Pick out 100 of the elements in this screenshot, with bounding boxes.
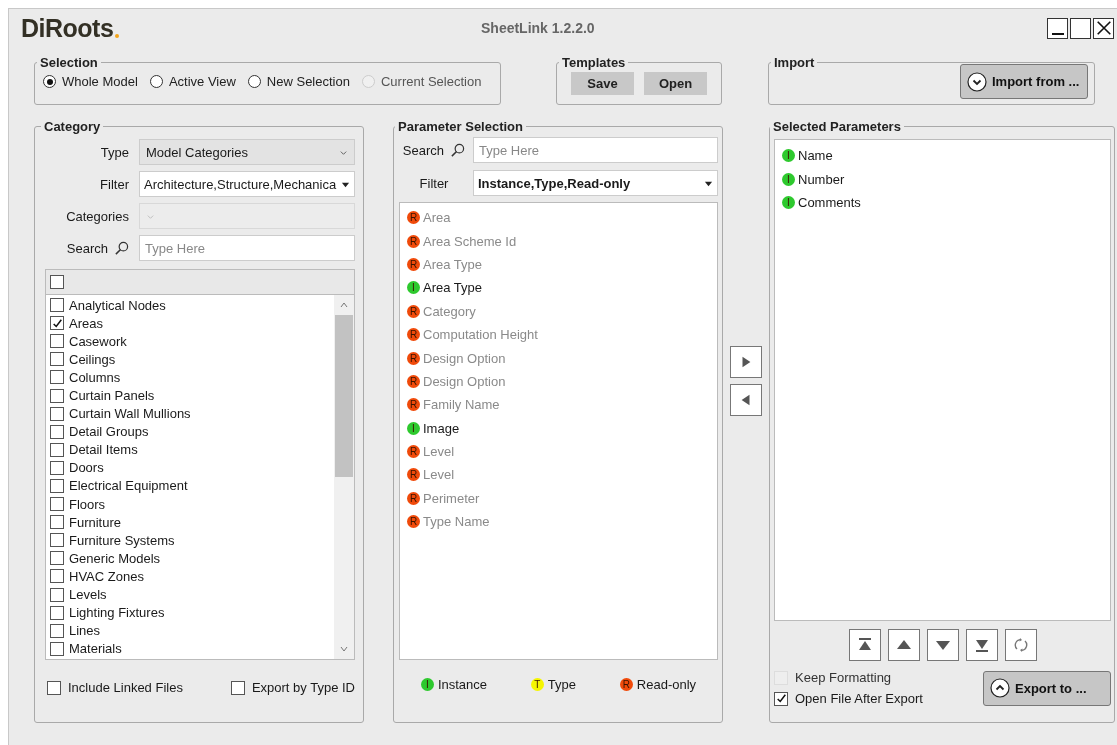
checkbox[interactable] [47,680,61,695]
search-field[interactable]: Type Here [139,235,355,261]
type-badge: R [407,211,420,225]
scrollbar[interactable] [334,295,354,659]
checkbox[interactable] [50,569,64,584]
category-label: Detail Groups [69,424,149,440]
category-label: Furniture [69,514,122,530]
checkbox[interactable] [50,641,64,656]
checkbox[interactable] [50,334,64,349]
legend-label: Read-only [636,677,697,692]
radio-circle-icon[interactable] [43,75,56,88]
filter-dropdown[interactable]: Instance,Type,Read-only [473,170,718,196]
move-up-button[interactable] [887,629,920,661]
window-title: SheetLink 1.2.2.0 [481,20,596,36]
type-badge: R [407,374,420,388]
checkbox[interactable] [50,406,64,421]
refresh-button[interactable] [1004,629,1037,661]
field-label: Filter [418,175,450,191]
checkbox-label: Include Linked Files [68,680,183,695]
move-bottom-button[interactable] [965,629,998,661]
checkbox[interactable] [50,587,64,602]
category-label: Generic Models [69,550,161,566]
template-button[interactable]: Open [644,72,707,95]
template-button[interactable]: Save [571,72,634,95]
checkbox[interactable] [50,533,64,548]
triangle-left-icon [739,393,753,407]
type-badge: R [407,445,420,459]
category-label: Levels [69,587,107,603]
checkbox[interactable] [50,352,64,367]
checkbox[interactable] [50,460,64,475]
category-label: Curtain Wall Mullions [69,406,191,422]
legend-label: Type [547,677,577,692]
checkbox[interactable] [50,442,64,457]
export-button[interactable]: Export to ... [983,670,1111,706]
category-label: Materials [69,641,122,657]
checkbox[interactable] [50,551,64,566]
checkbox[interactable] [50,605,64,620]
import-button[interactable]: Import from ... [960,64,1088,99]
type-badge: I [407,421,420,435]
remove-button[interactable] [730,384,762,416]
type-badge: I [782,195,795,209]
group-title: Category [43,119,102,134]
move-top-icon [856,637,873,653]
type-badge: I [407,281,420,295]
category-label: Floors [69,496,106,512]
scroll-up-icon[interactable] [339,300,349,310]
checkbox[interactable] [50,515,64,530]
parameter-item[interactable]: Number [798,171,845,187]
checkbox[interactable] [50,479,64,493]
checkbox[interactable] [774,691,788,706]
chevron-down-icon [967,71,987,92]
checkbox[interactable] [50,298,64,313]
checkbox[interactable] [50,316,64,331]
checkbox[interactable] [230,680,245,695]
chevron-up-icon [990,678,1010,698]
parameter-item[interactable]: Image [423,420,460,436]
radio-button[interactable]: New Selection [247,74,350,89]
move-bottom-icon [973,637,990,653]
close-button[interactable] [1093,17,1114,39]
checkbox[interactable] [50,370,64,385]
category-label: Columns [69,369,121,385]
category-label: Furniture Systems [69,532,175,548]
checkbox[interactable] [50,388,64,403]
radio-circle-icon[interactable] [149,75,163,88]
move-down-button[interactable] [926,629,959,661]
parameter-item[interactable]: Name [798,148,833,164]
checkbox[interactable] [50,497,64,512]
scroll-down-icon[interactable] [339,644,349,654]
filter-dropdown[interactable]: Architecture,Structure,Mechanica [139,171,355,197]
checkbox[interactable] [50,623,64,638]
search-icon [114,240,129,256]
checkbox[interactable] [50,424,64,439]
category-label: Detail Items [69,442,138,458]
maximize-button[interactable] [1070,17,1091,39]
select-all-checkbox[interactable] [50,275,64,289]
legend-label: Instance [437,677,488,692]
radio-circle-icon[interactable] [247,75,261,88]
search-field[interactable]: Type Here [473,137,718,163]
refresh-icon [1012,637,1029,653]
type-badge: R [407,328,420,342]
checkbox-label: Export by Type ID [251,680,355,695]
move-top-button[interactable] [848,629,881,661]
field-label: Categories [65,208,130,224]
group-title: Selection [39,55,99,70]
type-dropdown[interactable]: Model Categories [139,139,355,165]
logo-dot-icon [115,34,120,38]
parameter-item[interactable]: Area Type [423,280,483,296]
minimize-button[interactable] [1047,17,1068,39]
type-badge: R [407,491,420,505]
close-icon [1094,19,1113,37]
parameter-item[interactable]: Comments [798,194,861,210]
type-badge: T [530,678,544,691]
type-badge: I [782,172,795,186]
radio-button[interactable]: Whole Model [43,74,138,89]
type-badge: R [407,351,420,365]
add-button[interactable] [730,346,762,378]
category-label: Electrical Equipment [69,478,188,494]
group-title: Selected Parameters [772,119,902,134]
radio-button[interactable]: Active View [149,74,236,89]
category-label: Areas [69,315,103,331]
